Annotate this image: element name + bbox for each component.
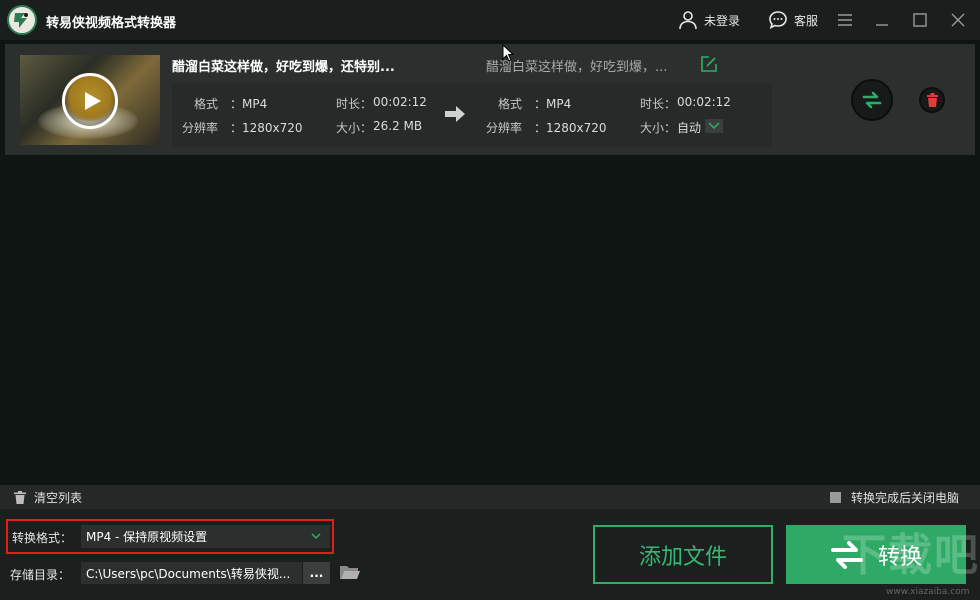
browse-dir-button[interactable]: ... [303,562,330,584]
source-format-value: ：MP4 [230,97,268,111]
convert-single-button[interactable] [851,79,893,121]
maximize-button[interactable] [910,10,930,30]
settings-panel: 转换格式： MP4 - 保持原视频设置 存储目录： C:\Users\pc\Do… [0,509,980,600]
title-bar: 转易侠视频格式转换器 未登录 客服 [0,0,980,40]
format-select-value: MP4 - 保持原视频设置 [86,530,208,544]
output-resolution-label: 分辨率 [486,121,523,135]
service-label: 客服 [794,13,819,28]
delete-file-button[interactable] [919,87,945,113]
format-setting-highlight: 转换格式： MP4 - 保持原视频设置 [6,519,334,554]
media-info-panel: 格式 ：MP4 分辨率 ：1280x720 时长： 00:02:12 大小： 2… [172,83,772,147]
output-dir-label: 存储目录： [10,568,71,582]
source-size-label: 大小： [336,121,373,135]
source-resolution-value: ：1280x720 [230,121,303,135]
output-duration-label: 时长： [640,97,677,111]
open-folder-icon[interactable] [339,563,361,581]
output-format-value: ：MP4 [534,97,572,111]
close-button[interactable] [948,10,968,30]
trash-icon [926,93,938,107]
play-button[interactable] [62,73,118,129]
shutdown-label: 转换完成后关闭电脑 [851,491,960,505]
file-list-area[interactable] [0,158,980,484]
source-duration-label: 时长： [336,97,373,111]
swap-arrows-icon [862,91,882,109]
app-logo-icon [7,5,37,35]
file-list-item[interactable]: 醋溜白菜这样做，好吃到爆，还特别... 醋溜白菜这样做，好吃到爆，... 格式 … [5,44,975,155]
maximize-icon [913,13,927,27]
output-format-label: 格式 [498,97,523,111]
login-label: 未登录 [704,13,741,28]
watermark-url: www.xiazaiba.com [886,587,970,597]
chat-bubble-icon [769,11,787,30]
close-icon [951,13,965,27]
customer-service-button[interactable]: 客服 [768,10,818,30]
clear-list-label: 清空列表 [34,491,83,505]
minimize-button[interactable] [872,10,892,30]
mouse-cursor-icon [502,44,514,62]
app-title: 转易侠视频格式转换器 [46,16,177,31]
format-label: 转换格式： [12,531,73,545]
chevron-down-icon [708,122,720,130]
source-size-value: 26.2 MB [373,119,423,133]
clear-list-button[interactable]: 清空列表 [14,489,82,506]
shutdown-after-convert-option[interactable]: 转换完成后关闭电脑 [830,489,959,506]
source-duration-value: 00:02:12 [373,95,427,109]
output-duration-value: 00:02:12 [677,95,731,109]
shutdown-checkbox[interactable] [830,492,841,503]
source-file-name: 醋溜白菜这样做，好吃到爆，还特别... [172,60,395,75]
watermark-logo: 下载吧 [842,530,980,581]
video-thumbnail[interactable] [20,55,160,145]
trash-icon [14,491,26,504]
output-size-dropdown[interactable] [705,119,723,133]
minimize-icon [876,24,888,26]
user-icon [679,11,697,30]
play-icon [85,92,101,110]
add-file-button[interactable]: 添加文件 [593,525,773,584]
output-dir-field[interactable]: C:\Users\pc\Documents\转易侠视... [81,562,302,584]
hamburger-menu-icon [838,14,852,26]
menu-button[interactable] [835,10,855,30]
login-button[interactable]: 未登录 [678,10,740,30]
source-resolution-label: 分辨率 [182,121,219,135]
source-format-label: 格式 [194,97,219,111]
edit-name-icon[interactable] [700,55,718,73]
format-select[interactable]: MP4 - 保持原视频设置 [81,525,330,548]
output-resolution-value: ：1280x720 [534,121,607,135]
output-size-label: 大小： [640,121,677,135]
arrow-right-icon [445,106,465,122]
chevron-down-icon [311,533,321,540]
list-toolbar: 清空列表 转换完成后关闭电脑 [0,485,980,509]
output-size-value[interactable]: 自动 [677,119,701,136]
